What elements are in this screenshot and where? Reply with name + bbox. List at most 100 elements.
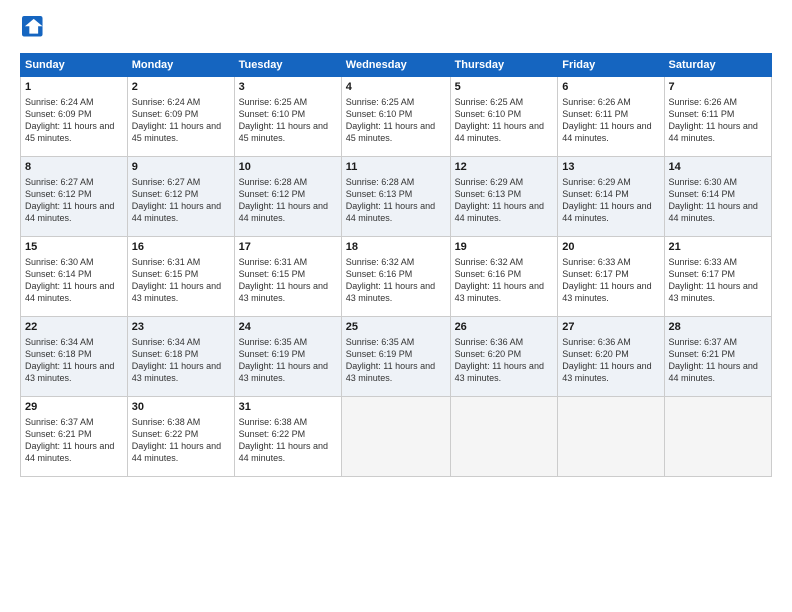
sunset-label: Sunset: 6:16 PM bbox=[455, 269, 522, 279]
calendar-cell: 17Sunrise: 6:31 AMSunset: 6:15 PMDayligh… bbox=[234, 237, 341, 317]
calendar-cell: 8Sunrise: 6:27 AMSunset: 6:12 PMDaylight… bbox=[21, 157, 128, 237]
header bbox=[20, 16, 772, 43]
sunrise-label: Sunrise: 6:32 AM bbox=[346, 257, 415, 267]
day-number: 21 bbox=[669, 240, 767, 255]
calendar-cell bbox=[664, 397, 771, 477]
daylight-label: Daylight: 11 hours and 43 minutes. bbox=[25, 361, 114, 383]
daylight-label: Daylight: 11 hours and 44 minutes. bbox=[25, 281, 114, 303]
sunset-label: Sunset: 6:19 PM bbox=[239, 349, 306, 359]
sunset-label: Sunset: 6:10 PM bbox=[346, 109, 413, 119]
calendar-cell: 6 Sunrise: 6:26 AM Sunset: 6:11 PM Daylight… bbox=[558, 77, 664, 157]
sunset-label: Sunset: 6:19 PM bbox=[346, 349, 413, 359]
calendar-week-row: 22Sunrise: 6:34 AMSunset: 6:18 PMDayligh… bbox=[21, 317, 772, 397]
day-number: 20 bbox=[562, 240, 659, 255]
calendar-cell: 16Sunrise: 6:31 AMSunset: 6:15 PMDayligh… bbox=[127, 237, 234, 317]
calendar-cell: 1 Sunrise: 6:24 AM Sunset: 6:09 PM Daylight… bbox=[21, 77, 128, 157]
day-number: 10 bbox=[239, 160, 337, 175]
day-number: 31 bbox=[239, 400, 337, 415]
daylight-label: Daylight: 11 hours and 44 minutes. bbox=[25, 441, 114, 463]
sunrise-label: Sunrise: 6:37 AM bbox=[669, 337, 738, 347]
sunrise-label: Sunrise: 6:35 AM bbox=[239, 337, 308, 347]
sunset-label: Sunset: 6:18 PM bbox=[132, 349, 199, 359]
daylight-label: Daylight: 11 hours and 45 minutes. bbox=[132, 121, 221, 143]
calendar-cell: 26Sunrise: 6:36 AMSunset: 6:20 PMDayligh… bbox=[450, 317, 558, 397]
sunrise-label: Sunrise: 6:31 AM bbox=[239, 257, 308, 267]
sunrise-label: Sunrise: 6:34 AM bbox=[132, 337, 201, 347]
daylight-label: Daylight: 11 hours and 43 minutes. bbox=[239, 281, 328, 303]
daylight-label: Daylight: 11 hours and 45 minutes. bbox=[239, 121, 328, 143]
calendar-dow-friday: Friday bbox=[558, 54, 664, 77]
daylight-label: Daylight: 11 hours and 43 minutes. bbox=[669, 281, 758, 303]
daylight-label: Daylight: 11 hours and 45 minutes. bbox=[25, 121, 114, 143]
calendar-cell: 3Sunrise: 6:25 AMSunset: 6:10 PMDaylight… bbox=[234, 77, 341, 157]
sunrise-label: Sunrise: 6:27 AM bbox=[25, 177, 94, 187]
sunrise-label: Sunrise: 6:25 AM bbox=[455, 97, 524, 107]
day-number: 29 bbox=[25, 400, 123, 415]
day-number: 13 bbox=[562, 160, 659, 175]
day-number: 26 bbox=[455, 320, 554, 335]
calendar-cell: 25Sunrise: 6:35 AMSunset: 6:19 PMDayligh… bbox=[341, 317, 450, 397]
sunset-label: Sunset: 6:17 PM bbox=[562, 269, 629, 279]
page: SundayMondayTuesdayWednesdayThursdayFrid… bbox=[0, 0, 792, 612]
sunrise-label: Sunrise: 6:38 AM bbox=[132, 417, 201, 427]
calendar-cell: 11Sunrise: 6:28 AMSunset: 6:13 PMDayligh… bbox=[341, 157, 450, 237]
daylight-label: Daylight: 11 hours and 44 minutes. bbox=[562, 121, 651, 143]
sunset-label: Sunset: 6:11 PM bbox=[562, 109, 628, 119]
daylight-label: Daylight: 11 hours and 44 minutes. bbox=[669, 121, 758, 143]
calendar-dow-sunday: Sunday bbox=[21, 54, 128, 77]
calendar-cell: 28Sunrise: 6:37 AMSunset: 6:21 PMDayligh… bbox=[664, 317, 771, 397]
sunset-label: Sunset: 6:20 PM bbox=[562, 349, 629, 359]
daylight-label: Daylight: 11 hours and 44 minutes. bbox=[669, 201, 758, 223]
calendar-cell: 23Sunrise: 6:34 AMSunset: 6:18 PMDayligh… bbox=[127, 317, 234, 397]
calendar-dow-monday: Monday bbox=[127, 54, 234, 77]
sunset-label: Sunset: 6:22 PM bbox=[132, 429, 199, 439]
calendar-dow-saturday: Saturday bbox=[664, 54, 771, 77]
calendar-cell bbox=[558, 397, 664, 477]
calendar-week-row: 15Sunrise: 6:30 AMSunset: 6:14 PMDayligh… bbox=[21, 237, 772, 317]
calendar-header-row: SundayMondayTuesdayWednesdayThursdayFrid… bbox=[21, 54, 772, 77]
sunset-label: Sunset: 6:16 PM bbox=[346, 269, 413, 279]
daylight-label: Daylight: 11 hours and 44 minutes. bbox=[25, 201, 114, 223]
calendar-cell: 29Sunrise: 6:37 AMSunset: 6:21 PMDayligh… bbox=[21, 397, 128, 477]
calendar-cell bbox=[341, 397, 450, 477]
sunrise-label: Sunrise: 6:38 AM bbox=[239, 417, 308, 427]
day-number: 18 bbox=[346, 240, 446, 255]
sunrise-label: Sunrise: 6:28 AM bbox=[346, 177, 415, 187]
sunrise-label: Sunrise: 6:31 AM bbox=[132, 257, 201, 267]
sunrise-label: Sunrise: 6:24 AM bbox=[25, 97, 94, 107]
sunset-label: Sunset: 6:15 PM bbox=[239, 269, 306, 279]
sunset-label: Sunset: 6:09 PM bbox=[25, 109, 92, 119]
sunrise-label: Sunrise: 6:26 AM bbox=[562, 97, 631, 107]
calendar-cell: 14Sunrise: 6:30 AMSunset: 6:14 PMDayligh… bbox=[664, 157, 771, 237]
day-number: 19 bbox=[455, 240, 554, 255]
daylight-label: Daylight: 11 hours and 43 minutes. bbox=[239, 361, 328, 383]
daylight-label: Daylight: 11 hours and 44 minutes. bbox=[239, 201, 328, 223]
sunset-label: Sunset: 6:12 PM bbox=[239, 189, 306, 199]
calendar-dow-wednesday: Wednesday bbox=[341, 54, 450, 77]
sunset-label: Sunset: 6:11 PM bbox=[669, 109, 735, 119]
logo-icon bbox=[22, 16, 44, 38]
daylight-label: Daylight: 11 hours and 44 minutes. bbox=[562, 201, 651, 223]
sunset-label: Sunset: 6:13 PM bbox=[455, 189, 522, 199]
day-number: 1 bbox=[25, 80, 123, 95]
calendar-cell: 9Sunrise: 6:27 AMSunset: 6:12 PMDaylight… bbox=[127, 157, 234, 237]
sunrise-label: Sunrise: 6:34 AM bbox=[25, 337, 94, 347]
logo bbox=[20, 16, 46, 43]
day-number: 5 bbox=[455, 80, 554, 95]
day-number: 6 bbox=[562, 80, 659, 95]
calendar-cell: 4Sunrise: 6:25 AMSunset: 6:10 PMDaylight… bbox=[341, 77, 450, 157]
daylight-label: Daylight: 11 hours and 44 minutes. bbox=[132, 201, 221, 223]
calendar-cell: 20Sunrise: 6:33 AMSunset: 6:17 PMDayligh… bbox=[558, 237, 664, 317]
sunrise-label: Sunrise: 6:33 AM bbox=[669, 257, 738, 267]
daylight-label: Daylight: 11 hours and 44 minutes. bbox=[669, 361, 758, 383]
sunrise-label: Sunrise: 6:24 AM bbox=[132, 97, 201, 107]
sunset-label: Sunset: 6:14 PM bbox=[562, 189, 629, 199]
day-number: 12 bbox=[455, 160, 554, 175]
calendar-cell: 21Sunrise: 6:33 AMSunset: 6:17 PMDayligh… bbox=[664, 237, 771, 317]
daylight-label: Daylight: 11 hours and 45 minutes. bbox=[346, 121, 435, 143]
sunrise-label: Sunrise: 6:25 AM bbox=[239, 97, 308, 107]
calendar-cell: 7Sunrise: 6:26 AMSunset: 6:11 PMDaylight… bbox=[664, 77, 771, 157]
sunrise-label: Sunrise: 6:37 AM bbox=[25, 417, 94, 427]
daylight-label: Daylight: 11 hours and 44 minutes. bbox=[132, 441, 221, 463]
calendar-cell: 30Sunrise: 6:38 AMSunset: 6:22 PMDayligh… bbox=[127, 397, 234, 477]
